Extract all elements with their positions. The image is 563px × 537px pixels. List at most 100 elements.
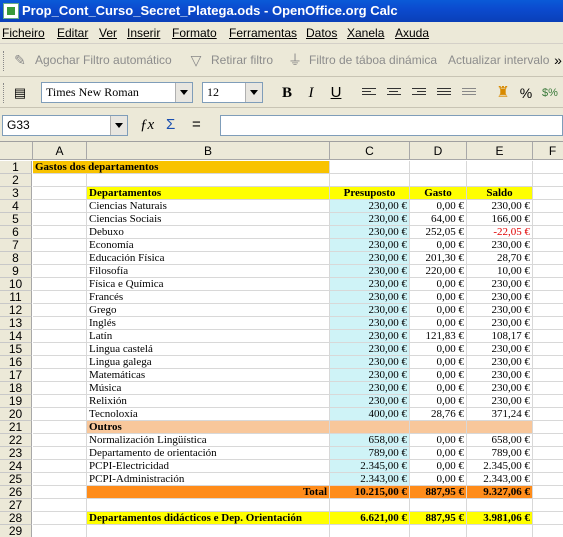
empty-cell[interactable]: [533, 226, 563, 239]
empty-cell[interactable]: [533, 525, 563, 537]
empty-cell[interactable]: [467, 525, 533, 537]
budget-cell[interactable]: 230,00 €: [330, 265, 410, 278]
budget-cell[interactable]: 230,00 €: [330, 213, 410, 226]
empty-cell[interactable]: [330, 525, 410, 537]
spent-cell[interactable]: 121,83 €: [410, 330, 467, 343]
balance-cell[interactable]: 108,17 €: [467, 330, 533, 343]
spreadsheet-grid[interactable]: A B C D E F 1 2 3 4 5 6 7 8 9 10 11 12 13 14 15 16 17 18 1…: [0, 142, 563, 537]
select-all-corner[interactable]: [0, 142, 33, 160]
department-name-cell[interactable]: Música: [87, 382, 330, 395]
column-header-e[interactable]: E: [467, 142, 533, 160]
other-item-name-cell[interactable]: PCPI-Administración: [87, 473, 330, 486]
balance-cell[interactable]: 230,00 €: [467, 356, 533, 369]
empty-cell[interactable]: [33, 460, 87, 473]
standard-format-button[interactable]: $%: [540, 83, 560, 103]
percent-format-button[interactable]: %: [516, 83, 536, 103]
department-name-cell[interactable]: Filosofía: [87, 265, 330, 278]
empty-cell[interactable]: [87, 499, 330, 512]
empty-cell[interactable]: [33, 317, 87, 330]
balance-cell[interactable]: 230,00 €: [467, 200, 533, 213]
others-fill-cell[interactable]: [410, 421, 467, 434]
justify-icon[interactable]: [437, 88, 451, 99]
other-item-name-cell[interactable]: PCPI-Electricidad: [87, 460, 330, 473]
empty-cell[interactable]: [410, 161, 467, 174]
empty-cell[interactable]: [33, 330, 87, 343]
empty-cell[interactable]: [33, 239, 87, 252]
empty-cell[interactable]: [533, 317, 563, 330]
empty-cell[interactable]: [533, 395, 563, 408]
column-header-a[interactable]: A: [33, 142, 87, 160]
department-name-cell[interactable]: Matemáticas: [87, 369, 330, 382]
spent-cell[interactable]: 0,00 €: [410, 447, 467, 460]
balance-cell[interactable]: -22,05 €: [467, 226, 533, 239]
balance-cell[interactable]: 2.345,00 €: [467, 460, 533, 473]
budget-cell[interactable]: 230,00 €: [330, 382, 410, 395]
empty-cell[interactable]: [33, 291, 87, 304]
balance-cell[interactable]: 789,00 €: [467, 447, 533, 460]
total-balance-cell[interactable]: 9.327,06 €: [467, 486, 533, 499]
department-name-cell[interactable]: Economía: [87, 239, 330, 252]
empty-cell[interactable]: [33, 512, 87, 525]
department-name-cell[interactable]: Relixión: [87, 395, 330, 408]
budget-cell[interactable]: 230,00 €: [330, 252, 410, 265]
empty-cell[interactable]: [33, 421, 87, 434]
department-name-cell[interactable]: Grego: [87, 304, 330, 317]
empty-cell[interactable]: [33, 200, 87, 213]
budget-cell[interactable]: 230,00 €: [330, 369, 410, 382]
header-cell[interactable]: Departamentos: [87, 187, 330, 200]
empty-cell[interactable]: [533, 486, 563, 499]
budget-cell[interactable]: 2.343,00 €: [330, 473, 410, 486]
italic-button[interactable]: I: [301, 83, 321, 103]
balance-cell[interactable]: 2.343,00 €: [467, 473, 533, 486]
merge-cells-icon[interactable]: [462, 88, 476, 99]
empty-cell[interactable]: [533, 330, 563, 343]
toolbar-overflow-icon[interactable]: »: [550, 52, 563, 68]
function-wizard-icon[interactable]: ƒx: [140, 117, 154, 133]
empty-cell[interactable]: [33, 213, 87, 226]
department-name-cell[interactable]: Debuxo: [87, 226, 330, 239]
spent-cell[interactable]: 0,00 €: [410, 382, 467, 395]
empty-cell[interactable]: [33, 447, 87, 460]
empty-cell[interactable]: [533, 213, 563, 226]
header-cell[interactable]: Gasto: [410, 187, 467, 200]
empty-cell[interactable]: [533, 356, 563, 369]
spent-cell[interactable]: 0,00 €: [410, 278, 467, 291]
balance-cell[interactable]: 230,00 €: [467, 369, 533, 382]
budget-cell[interactable]: 230,00 €: [330, 395, 410, 408]
menu-ficheiro[interactable]: Ficheiro: [2, 26, 45, 40]
spent-cell[interactable]: 0,00 €: [410, 239, 467, 252]
spent-cell[interactable]: 220,00 €: [410, 265, 467, 278]
budget-cell[interactable]: 230,00 €: [330, 304, 410, 317]
row-header[interactable]: 29: [0, 525, 32, 537]
balance-cell[interactable]: 230,00 €: [467, 291, 533, 304]
empty-cell[interactable]: [33, 226, 87, 239]
budget-cell[interactable]: 230,00 €: [330, 291, 410, 304]
empty-cell[interactable]: [533, 369, 563, 382]
balance-cell[interactable]: 28,70 €: [467, 252, 533, 265]
column-header-b[interactable]: B: [87, 142, 330, 160]
department-name-cell[interactable]: Ciencias Sociais: [87, 213, 330, 226]
other-item-name-cell[interactable]: Departamento de orientación: [87, 447, 330, 460]
menu-inserir[interactable]: Inserir: [127, 26, 160, 40]
spent-cell[interactable]: 0,00 €: [410, 369, 467, 382]
budget-cell[interactable]: 230,00 €: [330, 239, 410, 252]
toolbar-grip[interactable]: [3, 83, 6, 103]
department-name-cell[interactable]: Lingua castelá: [87, 343, 330, 356]
menu-xanela[interactable]: Xanela: [347, 26, 384, 40]
align-right-icon[interactable]: [412, 88, 426, 99]
empty-cell[interactable]: [33, 382, 87, 395]
empty-cell[interactable]: [533, 278, 563, 291]
toolbar-grip[interactable]: [3, 51, 6, 71]
others-fill-cell[interactable]: [330, 421, 410, 434]
empty-cell[interactable]: [33, 369, 87, 382]
empty-cell[interactable]: [533, 408, 563, 421]
currency-format-icon[interactable]: ♜: [493, 83, 513, 103]
empty-cell[interactable]: [33, 356, 87, 369]
balance-cell[interactable]: 10,00 €: [467, 265, 533, 278]
spent-cell[interactable]: 201,30 €: [410, 252, 467, 265]
empty-cell[interactable]: [533, 161, 563, 174]
column-header-f[interactable]: F: [533, 142, 563, 160]
balance-cell[interactable]: 166,00 €: [467, 213, 533, 226]
empty-cell[interactable]: [467, 499, 533, 512]
empty-cell[interactable]: [533, 434, 563, 447]
